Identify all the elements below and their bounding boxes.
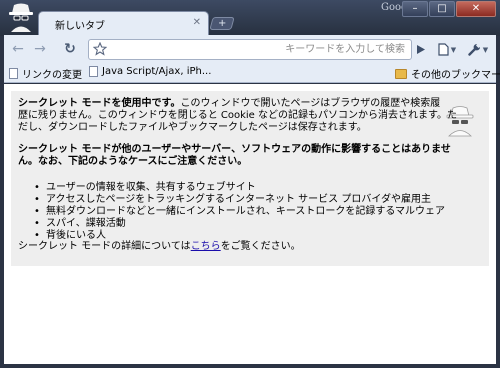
other-bookmarks[interactable]: その他のブックマーク — [395, 66, 500, 81]
list-item: スパイ、諜報活動 — [34, 218, 445, 230]
new-tab-button[interactable]: + — [209, 17, 235, 30]
warning-line-2: ん。なお、下記のようなケースにご注意ください。 — [18, 156, 248, 167]
folder-icon — [395, 68, 407, 79]
details-suffix: をご覧ください。 — [220, 241, 301, 252]
document-icon — [9, 68, 18, 79]
intro-line-1: シークレット モードを使用中です。このウィンドウで開いたページはブラウザの履歴や… — [18, 98, 440, 110]
close-window-button[interactable]: ✕ — [456, 1, 496, 17]
chevron-down-icon: ▼ — [482, 45, 489, 54]
warning-line-1: シークレット モードが他のユーザーやサーバー、ソフトウェアの動作に影響することは… — [18, 144, 451, 155]
star-icon[interactable] — [93, 42, 107, 56]
caution-list: ユーザーの情報を収集、共有するウェブサイト アクセスしたページをトラッキングする… — [34, 182, 445, 242]
title-bar[interactable]: Google – □ ✕ 新しいタブ ✕ + — [0, 0, 500, 36]
page-icon — [438, 43, 449, 56]
reload-icon: ↻ — [64, 41, 76, 57]
plus-icon: + — [217, 18, 227, 29]
tab-title: 新しいタブ — [55, 21, 105, 32]
tab-close-icon[interactable]: ✕ — [193, 17, 201, 28]
list-item: アクセスしたページをトラッキングするインターネット サービス プロバイダや雇用主 — [34, 194, 445, 206]
wrench-icon — [468, 43, 480, 56]
minimize-button[interactable]: – — [402, 1, 428, 17]
maximize-button[interactable]: □ — [429, 1, 455, 17]
list-item: ユーザーの情報を収集、共有するウェブサイト — [34, 182, 445, 194]
forward-arrow-icon: → — [34, 41, 46, 57]
window-controls: – □ ✕ — [402, 1, 496, 17]
details-line: シークレット モードの詳細についてはこちらをご覧ください。 — [18, 241, 301, 253]
list-item: 無料ダウンロードなどと一緒にインストールされ、キーストロークを記録するマルウェア — [34, 206, 445, 218]
search-input[interactable] — [113, 41, 405, 58]
intro-line-3: だし、ダウンロードしたファイルやブックマークしたページは保存されます。 — [18, 122, 367, 133]
intro-line-2: 歴に残りません。このウィンドウを閉じると Cookie などの記録もパソコンから… — [18, 110, 457, 121]
intro-text: このウィンドウで開いたページはブラウザの履歴や検索履 — [180, 98, 441, 109]
back-arrow-icon: ← — [12, 41, 24, 57]
play-icon — [417, 45, 425, 54]
incognito-notice: シークレット モードを使用中です。このウィンドウで開いたページはブラウザの履歴や… — [11, 91, 489, 266]
other-bookmarks-label: その他のブックマーク — [411, 70, 500, 81]
bookmarks-bar: リンクの変更 Java Script/Ajax, iPh... その他のブックマ… — [4, 62, 500, 83]
details-prefix: シークレット モードの詳細については — [18, 241, 191, 252]
page-content: シークレット モードを使用中です。このウィンドウで開いたページはブラウザの履歴や… — [4, 84, 496, 364]
minimize-icon: – — [412, 3, 418, 14]
bookmark-item[interactable]: リンクの変更 — [9, 66, 82, 81]
intro-lead: シークレット モードを使用中です。 — [18, 98, 181, 109]
reload-button[interactable]: ↻ — [60, 39, 80, 59]
bookmark-item[interactable]: Java Script/Ajax, iPh... — [89, 66, 211, 77]
details-link[interactable]: こちら — [191, 241, 221, 252]
close-icon: ✕ — [471, 3, 481, 14]
bookmark-label: Java Script/Ajax, iPh... — [102, 66, 212, 77]
forward-button[interactable]: → — [30, 39, 50, 59]
page-menu-button[interactable]: ▼ — [433, 40, 461, 59]
incognito-icon — [9, 3, 33, 32]
document-icon — [89, 66, 98, 77]
tab-new-tab[interactable]: 新しいタブ ✕ — [38, 11, 209, 36]
back-button[interactable]: ← — [8, 39, 28, 59]
tools-menu-button[interactable]: ▼ — [464, 40, 492, 59]
chevron-down-icon: ▼ — [450, 45, 457, 54]
toolbar: ← → ↻ ▼ ▼ — [4, 35, 496, 62]
browser-window: Google – □ ✕ 新しいタブ ✕ + ← → ↻ ▼ — [0, 0, 500, 368]
maximize-icon: □ — [437, 3, 447, 14]
bookmark-label: リンクの変更 — [22, 70, 82, 81]
omnibox[interactable] — [88, 39, 412, 60]
go-button[interactable] — [412, 40, 430, 59]
